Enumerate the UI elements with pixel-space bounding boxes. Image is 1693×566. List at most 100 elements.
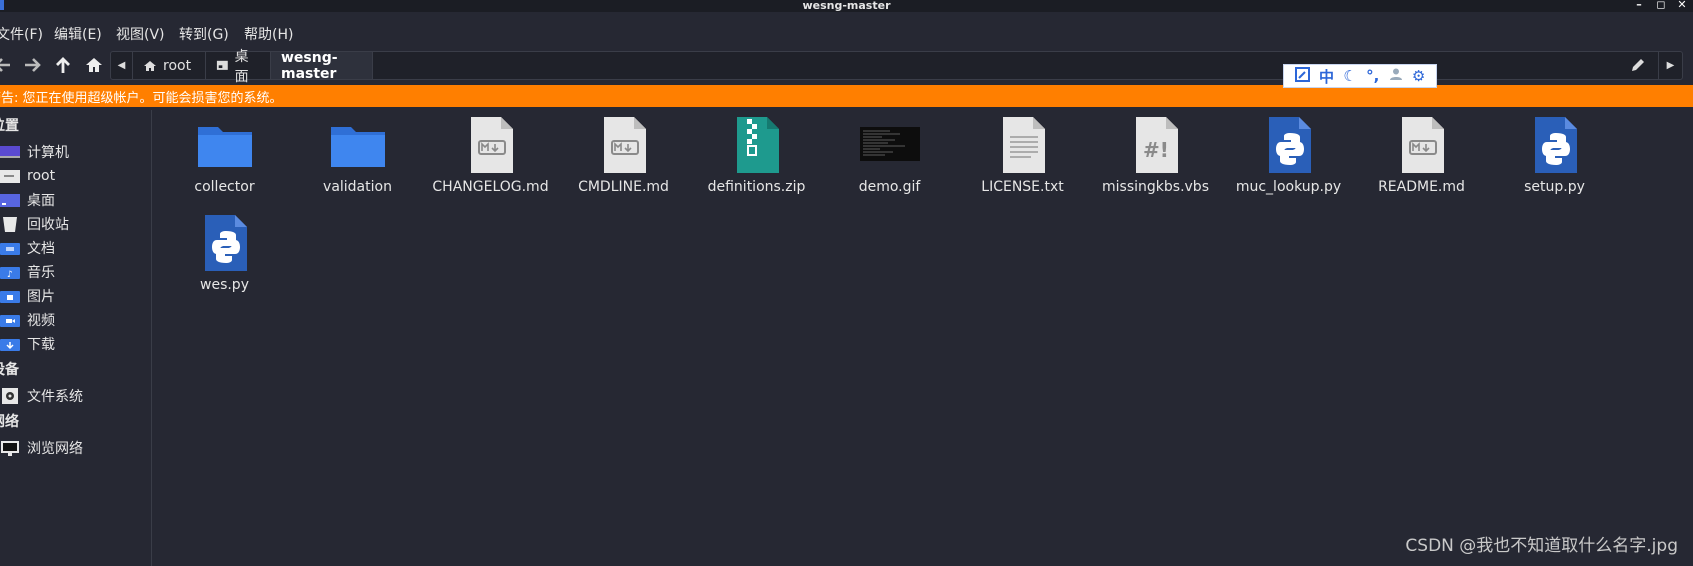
menu-file[interactable]: 文件(F) <box>0 24 43 44</box>
toolbar: ◀ root 桌面 wesng-master ▶ <box>0 48 1693 85</box>
zip-archive-icon <box>736 117 779 173</box>
ime-language-toggle[interactable]: 中 <box>1319 66 1334 87</box>
file-item-folder[interactable]: validation <box>291 115 424 195</box>
sidebar-section-places: 位置 <box>0 118 19 134</box>
sidebar-item-music[interactable]: ♪ 音乐 <box>0 260 150 284</box>
sidebar-item-pictures[interactable]: 图片 <box>0 284 150 308</box>
file-name: README.md <box>1378 179 1465 195</box>
script-file-icon: #! <box>1135 117 1178 173</box>
folder-icon <box>330 127 385 167</box>
desktop-icon <box>216 59 229 73</box>
file-item-zip[interactable]: definitions.zip <box>690 115 823 195</box>
path-segment-label: 桌面 <box>234 48 249 85</box>
menu-edit[interactable]: 编辑(E) <box>54 24 102 44</box>
file-item-markdown[interactable]: CMDLINE.md <box>557 115 690 195</box>
markdown-file-icon <box>1401 117 1444 173</box>
path-segment-wesng-master[interactable]: wesng-master <box>271 49 373 82</box>
file-name: definitions.zip <box>707 179 806 195</box>
file-name: CHANGELOG.md <box>432 179 549 195</box>
sidebar-item-label: 图片 <box>27 289 55 305</box>
folder-icon <box>197 127 252 167</box>
python-file-icon <box>1534 117 1577 173</box>
sidebar-item-root[interactable]: root <box>0 164 150 188</box>
sidebar-item-browse-network[interactable]: 浏览网络 <box>0 436 150 460</box>
computer-icon <box>0 144 20 160</box>
maximize-button[interactable]: ◻ <box>1655 0 1667 11</box>
file-name: missingkbs.vbs <box>1102 179 1209 195</box>
file-name: LICENSE.txt <box>981 179 1064 195</box>
path-scroll-left-button[interactable]: ◀ <box>111 52 133 79</box>
file-name: demo.gif <box>858 179 921 195</box>
sidebar-item-desktop[interactable]: 桌面 <box>0 188 150 212</box>
python-file-icon <box>1268 117 1311 173</box>
file-item-text[interactable]: LICENSE.txt <box>956 115 1089 195</box>
file-item-folder[interactable]: collector <box>158 115 291 195</box>
home-icon <box>143 59 157 73</box>
file-item-markdown[interactable]: CHANGELOG.md <box>424 115 557 195</box>
path-scroll-right-button[interactable]: ▶ <box>1658 52 1682 79</box>
sidebar-item-videos[interactable]: 视频 <box>0 308 150 332</box>
documents-folder-icon <box>0 240 20 256</box>
sidebar: 位置 计算机 root 桌面 回收站 文档 ♪ 音乐 图片 视频 下载 设备 文… <box>0 110 152 566</box>
desktop-folder-icon <box>0 192 20 208</box>
file-item-markdown[interactable]: README.md <box>1355 115 1488 195</box>
file-item-image[interactable]: demo.gif <box>823 115 956 195</box>
markdown-file-icon <box>603 117 646 173</box>
file-item-python[interactable]: muc_lookup.py <box>1222 115 1355 195</box>
sidebar-item-label: 文件系统 <box>27 389 83 405</box>
title-bar: wesng-master – ◻ ✕ <box>0 0 1693 12</box>
path-segment-label: root <box>163 57 192 74</box>
menu-help[interactable]: 帮助(H) <box>244 24 293 44</box>
sidebar-item-documents[interactable]: 文档 <box>0 236 150 260</box>
back-arrow-icon[interactable] <box>0 54 14 76</box>
sidebar-item-computer[interactable]: 计算机 <box>0 140 150 164</box>
path-segment-label: wesng-master <box>281 49 338 82</box>
file-item-script[interactable]: #! missingkbs.vbs <box>1089 115 1222 195</box>
ime-settings-gear-icon[interactable]: ⚙ <box>1412 67 1425 85</box>
ime-punctuation-icon[interactable]: °, <box>1366 67 1379 85</box>
path-segment-root[interactable]: root <box>133 52 206 79</box>
menu-go[interactable]: 转到(G) <box>179 24 229 44</box>
edit-path-icon[interactable] <box>1630 57 1646 73</box>
pictures-folder-icon <box>0 288 20 304</box>
forward-arrow-icon[interactable] <box>21 54 43 76</box>
warning-text: 警告: 您正在使用超级帐户。可能会损害您的系统。 <box>0 91 283 106</box>
window-title: wesng-master <box>802 0 891 12</box>
menu-view[interactable]: 视图(V) <box>116 24 165 44</box>
sidebar-item-filesystem[interactable]: 文件系统 <box>0 384 150 408</box>
path-segment-desktop[interactable]: 桌面 <box>206 49 271 85</box>
sidebar-item-label: 音乐 <box>27 265 55 281</box>
file-item-python[interactable]: setup.py <box>1488 115 1621 195</box>
home-icon[interactable] <box>83 54 105 76</box>
markdown-file-icon <box>470 117 513 173</box>
ime-logo-icon[interactable] <box>1294 66 1310 86</box>
root-warning-bar: 警告: 您正在使用超级帐户。可能会损害您的系统。 <box>0 85 1693 107</box>
ime-moon-icon[interactable]: ☾ <box>1343 67 1356 85</box>
close-button[interactable]: ✕ <box>1676 0 1688 11</box>
drive-icon <box>0 388 20 404</box>
file-item-python[interactable]: wes.py <box>158 213 291 293</box>
ime-user-icon[interactable] <box>1389 67 1403 85</box>
sidebar-item-downloads[interactable]: 下载 <box>0 332 150 356</box>
sidebar-item-label: 浏览网络 <box>27 441 83 457</box>
sidebar-item-label: 文档 <box>27 241 55 257</box>
gif-thumbnail-icon <box>859 127 920 161</box>
up-arrow-icon[interactable] <box>52 54 74 76</box>
sidebar-item-label: 回收站 <box>27 217 69 233</box>
sidebar-item-label: 桌面 <box>27 193 55 209</box>
minimize-button[interactable]: – <box>1633 0 1645 11</box>
path-bar: ◀ root 桌面 wesng-master ▶ <box>110 49 1683 85</box>
home-folder-icon <box>0 168 20 184</box>
watermark: CSDN @我也不知道取什么名字.jpg <box>1405 536 1678 556</box>
network-icon <box>0 440 20 456</box>
videos-folder-icon <box>0 312 20 328</box>
file-name: validation <box>323 179 392 195</box>
sidebar-item-trash[interactable]: 回收站 <box>0 212 150 236</box>
file-view: collector validation CHANGELOG.md CMDLIN… <box>153 110 1693 566</box>
sidebar-section-devices: 设备 <box>0 362 19 378</box>
python-file-icon <box>204 215 247 271</box>
svg-text:♪: ♪ <box>7 270 13 280</box>
menu-bar: 文件(F) 编辑(E) 视图(V) 转到(G) 帮助(H) <box>0 18 1693 48</box>
file-name: wes.py <box>200 277 249 293</box>
trash-icon <box>0 216 20 232</box>
